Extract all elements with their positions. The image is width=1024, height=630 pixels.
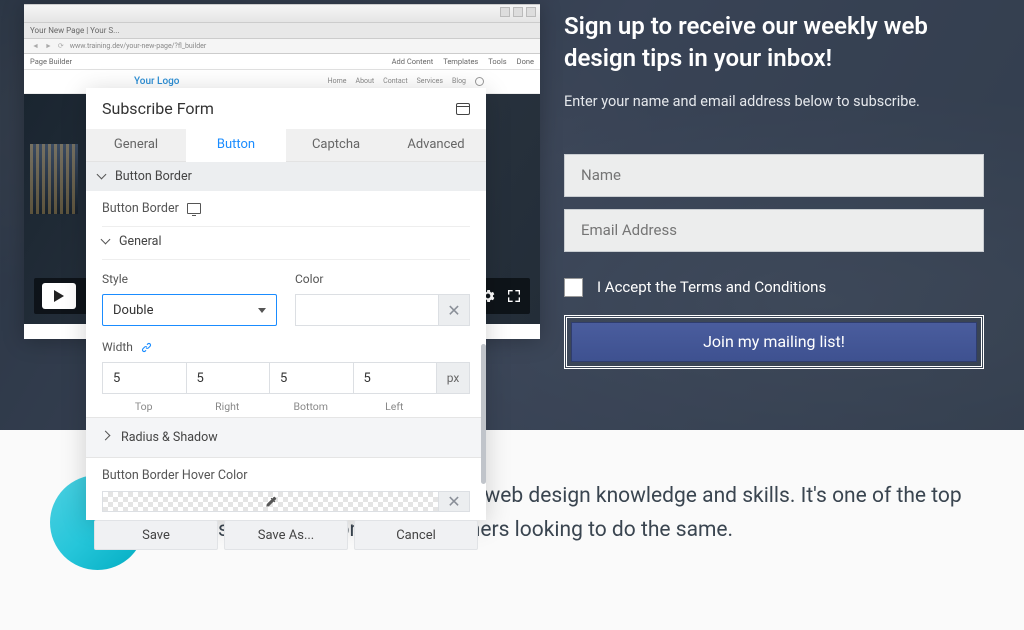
width-label: Width xyxy=(102,340,133,354)
menu-add-content[interactable]: Add Content xyxy=(392,57,434,66)
menu-done[interactable]: Done xyxy=(517,57,534,66)
play-button[interactable] xyxy=(42,283,76,309)
width-left-input[interactable]: 5 xyxy=(353,362,437,394)
subsection-general[interactable]: General xyxy=(102,226,470,260)
save-as-button[interactable]: Save As... xyxy=(224,520,348,550)
signup-heading: Sign up to receive our weekly web design… xyxy=(564,10,984,75)
nav-services[interactable]: Services xyxy=(417,77,443,86)
color-label: Color xyxy=(295,272,470,286)
width-unit[interactable]: px xyxy=(436,362,470,394)
width-captions: Top Right Bottom Left xyxy=(102,400,470,413)
style-select[interactable]: Double xyxy=(102,294,277,326)
menu-templates[interactable]: Templates xyxy=(443,57,478,66)
browser-tab[interactable]: Your New Page | Your S... xyxy=(24,23,540,39)
tab-general[interactable]: General xyxy=(86,129,186,161)
back-icon[interactable]: ◄ xyxy=(32,42,39,50)
submit-button-border: Join my mailing list! xyxy=(564,315,984,369)
width-top-input[interactable]: 5 xyxy=(102,362,186,394)
name-field[interactable] xyxy=(564,154,984,197)
hover-color-swatch[interactable] xyxy=(102,491,438,512)
panel-footer: Save Save As... Cancel xyxy=(86,512,486,558)
search-icon[interactable] xyxy=(475,77,484,86)
panel-title: Subscribe Form xyxy=(102,99,214,118)
panel-tabs: General Button Captcha Advanced xyxy=(86,129,486,162)
submit-button[interactable]: Join my mailing list! xyxy=(571,322,977,362)
save-button[interactable]: Save xyxy=(94,520,218,550)
panel-titlebar[interactable]: Subscribe Form xyxy=(86,88,486,129)
row-button-border: Button Border xyxy=(102,201,470,216)
eyedropper-icon[interactable] xyxy=(264,495,278,509)
subsection-radius-shadow[interactable]: Radius & Shadow xyxy=(86,417,486,458)
subsection-general-label: General xyxy=(119,234,162,249)
terms-checkbox[interactable] xyxy=(564,278,583,297)
caption-left: Left xyxy=(353,400,437,413)
desktop-icon[interactable] xyxy=(187,203,201,214)
chevron-down-icon xyxy=(98,172,107,181)
forward-icon[interactable]: ► xyxy=(45,42,52,50)
tab-captcha[interactable]: Captcha xyxy=(286,129,386,161)
radius-shadow-label: Radius & Shadow xyxy=(121,430,218,445)
caption-right: Right xyxy=(186,400,270,413)
caption-top: Top xyxy=(102,400,186,413)
site-nav: Home About Contact Services Blog xyxy=(328,77,484,86)
width-bottom-input[interactable]: 5 xyxy=(269,362,353,394)
tab-advanced[interactable]: Advanced xyxy=(386,129,486,161)
width-label-row: Width xyxy=(102,340,470,354)
site-logo[interactable]: Your Logo xyxy=(24,76,179,87)
nav-contact[interactable]: Contact xyxy=(383,77,407,86)
link-icon[interactable] xyxy=(140,341,153,354)
signup-form: Sign up to receive our weekly web design… xyxy=(564,10,984,369)
submit-button-label: Join my mailing list! xyxy=(703,332,845,351)
caption-bottom: Bottom xyxy=(269,400,353,413)
tab-button[interactable]: Button xyxy=(186,129,286,162)
url-text: www.training.dev/your-new-page/?fl_build… xyxy=(70,42,206,50)
chevron-down-icon xyxy=(258,308,266,313)
settings-panel: Subscribe Form General Button Captcha Ad… xyxy=(86,88,486,520)
clear-color-button[interactable]: ✕ xyxy=(438,294,470,326)
style-value: Double xyxy=(113,303,153,318)
clear-hover-color-button[interactable]: ✕ xyxy=(438,491,470,512)
email-field[interactable] xyxy=(564,209,984,252)
panel-scrollbar[interactable] xyxy=(481,344,486,484)
page-builder-menubar: Page Builder Add Content Templates Tools… xyxy=(24,54,540,70)
browser-urlbar[interactable]: ◄ ► ⟳ www.training.dev/your-new-page/?fl… xyxy=(24,39,540,54)
row-button-border-label: Button Border xyxy=(102,201,179,216)
chevron-right-icon xyxy=(102,433,111,442)
nav-blog[interactable]: Blog xyxy=(452,77,466,86)
responsive-icon[interactable] xyxy=(456,103,470,115)
terms-label: I Accept the Terms and Conditions xyxy=(597,278,826,296)
browser-tab-title: Your New Page | Your S... xyxy=(30,26,119,35)
section-button-border[interactable]: Button Border xyxy=(86,162,486,191)
cancel-button[interactable]: Cancel xyxy=(354,520,478,550)
nav-about[interactable]: About xyxy=(356,77,375,86)
hover-color-label: Button Border Hover Color xyxy=(86,458,486,491)
pb-label: Page Builder xyxy=(30,57,72,66)
nav-home[interactable]: Home xyxy=(328,77,347,86)
reload-icon[interactable]: ⟳ xyxy=(58,42,64,50)
width-right-input[interactable]: 5 xyxy=(186,362,270,394)
menu-tools[interactable]: Tools xyxy=(488,57,506,66)
section-button-border-label: Button Border xyxy=(115,169,192,184)
style-label: Style xyxy=(102,272,277,286)
fullscreen-icon[interactable] xyxy=(506,288,522,304)
chevron-down-icon xyxy=(102,237,111,246)
window-titlebar xyxy=(24,5,540,23)
signup-subtitle: Enter your name and email address below … xyxy=(564,93,984,110)
color-input[interactable] xyxy=(295,294,438,326)
